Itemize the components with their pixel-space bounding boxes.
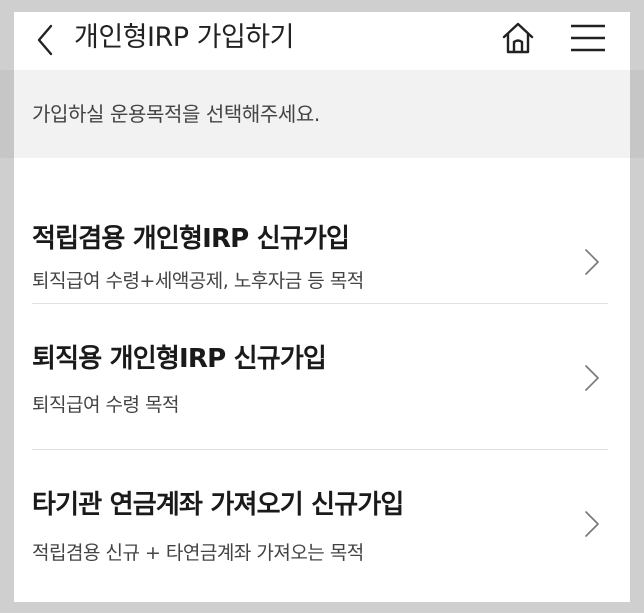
option-item-transfer-pension[interactable]: 타기관 연금계좌 가져오기 신규가입 적립겸용 신규 + 타연금계좌 가져오는 … [32, 450, 608, 596]
option-description: 적립겸용 신규 + 타연금계좌 가져오는 목적 [32, 542, 364, 564]
home-button[interactable] [498, 16, 538, 60]
option-list: 적립겸용 개인형IRP 신규가입 퇴직급여 수령+세액공제, 노후자금 등 목적… [14, 158, 630, 596]
back-button[interactable] [30, 20, 60, 60]
instruction-text: 가입하실 운용목적을 선택해주세요. [32, 102, 320, 126]
option-description: 퇴직급여 수령 목적 [32, 394, 179, 416]
option-title: 적립겸용 개인형IRP 신규가입 [32, 224, 350, 254]
app-panel: 개인형IRP 가입하기 가입하실 운용목적을 선택해주세요. 적립겸용 개인형I… [14, 12, 630, 602]
menu-button[interactable] [566, 16, 610, 60]
page-title: 개인형IRP 가입하기 [74, 22, 294, 53]
hamburger-menu-icon [571, 24, 605, 52]
option-item-savings-irp[interactable]: 적립겸용 개인형IRP 신규가입 퇴직급여 수령+세액공제, 노후자금 등 목적 [32, 158, 608, 304]
chevron-left-icon [37, 24, 53, 56]
chevron-right-icon [585, 511, 599, 537]
top-header: 개인형IRP 가입하기 [14, 12, 630, 70]
option-title: 퇴직용 개인형IRP 신규가입 [32, 344, 327, 374]
chevron-right-icon [585, 249, 599, 275]
option-title: 타기관 연금계좌 가져오기 신규가입 [32, 490, 404, 520]
instruction-banner: 가입하실 운용목적을 선택해주세요. [14, 70, 630, 158]
option-item-retirement-irp[interactable]: 퇴직용 개인형IRP 신규가입 퇴직급여 수령 목적 [32, 304, 608, 450]
home-icon [502, 22, 534, 54]
option-description: 퇴직급여 수령+세액공제, 노후자금 등 목적 [32, 270, 364, 292]
chevron-right-icon [585, 365, 599, 391]
